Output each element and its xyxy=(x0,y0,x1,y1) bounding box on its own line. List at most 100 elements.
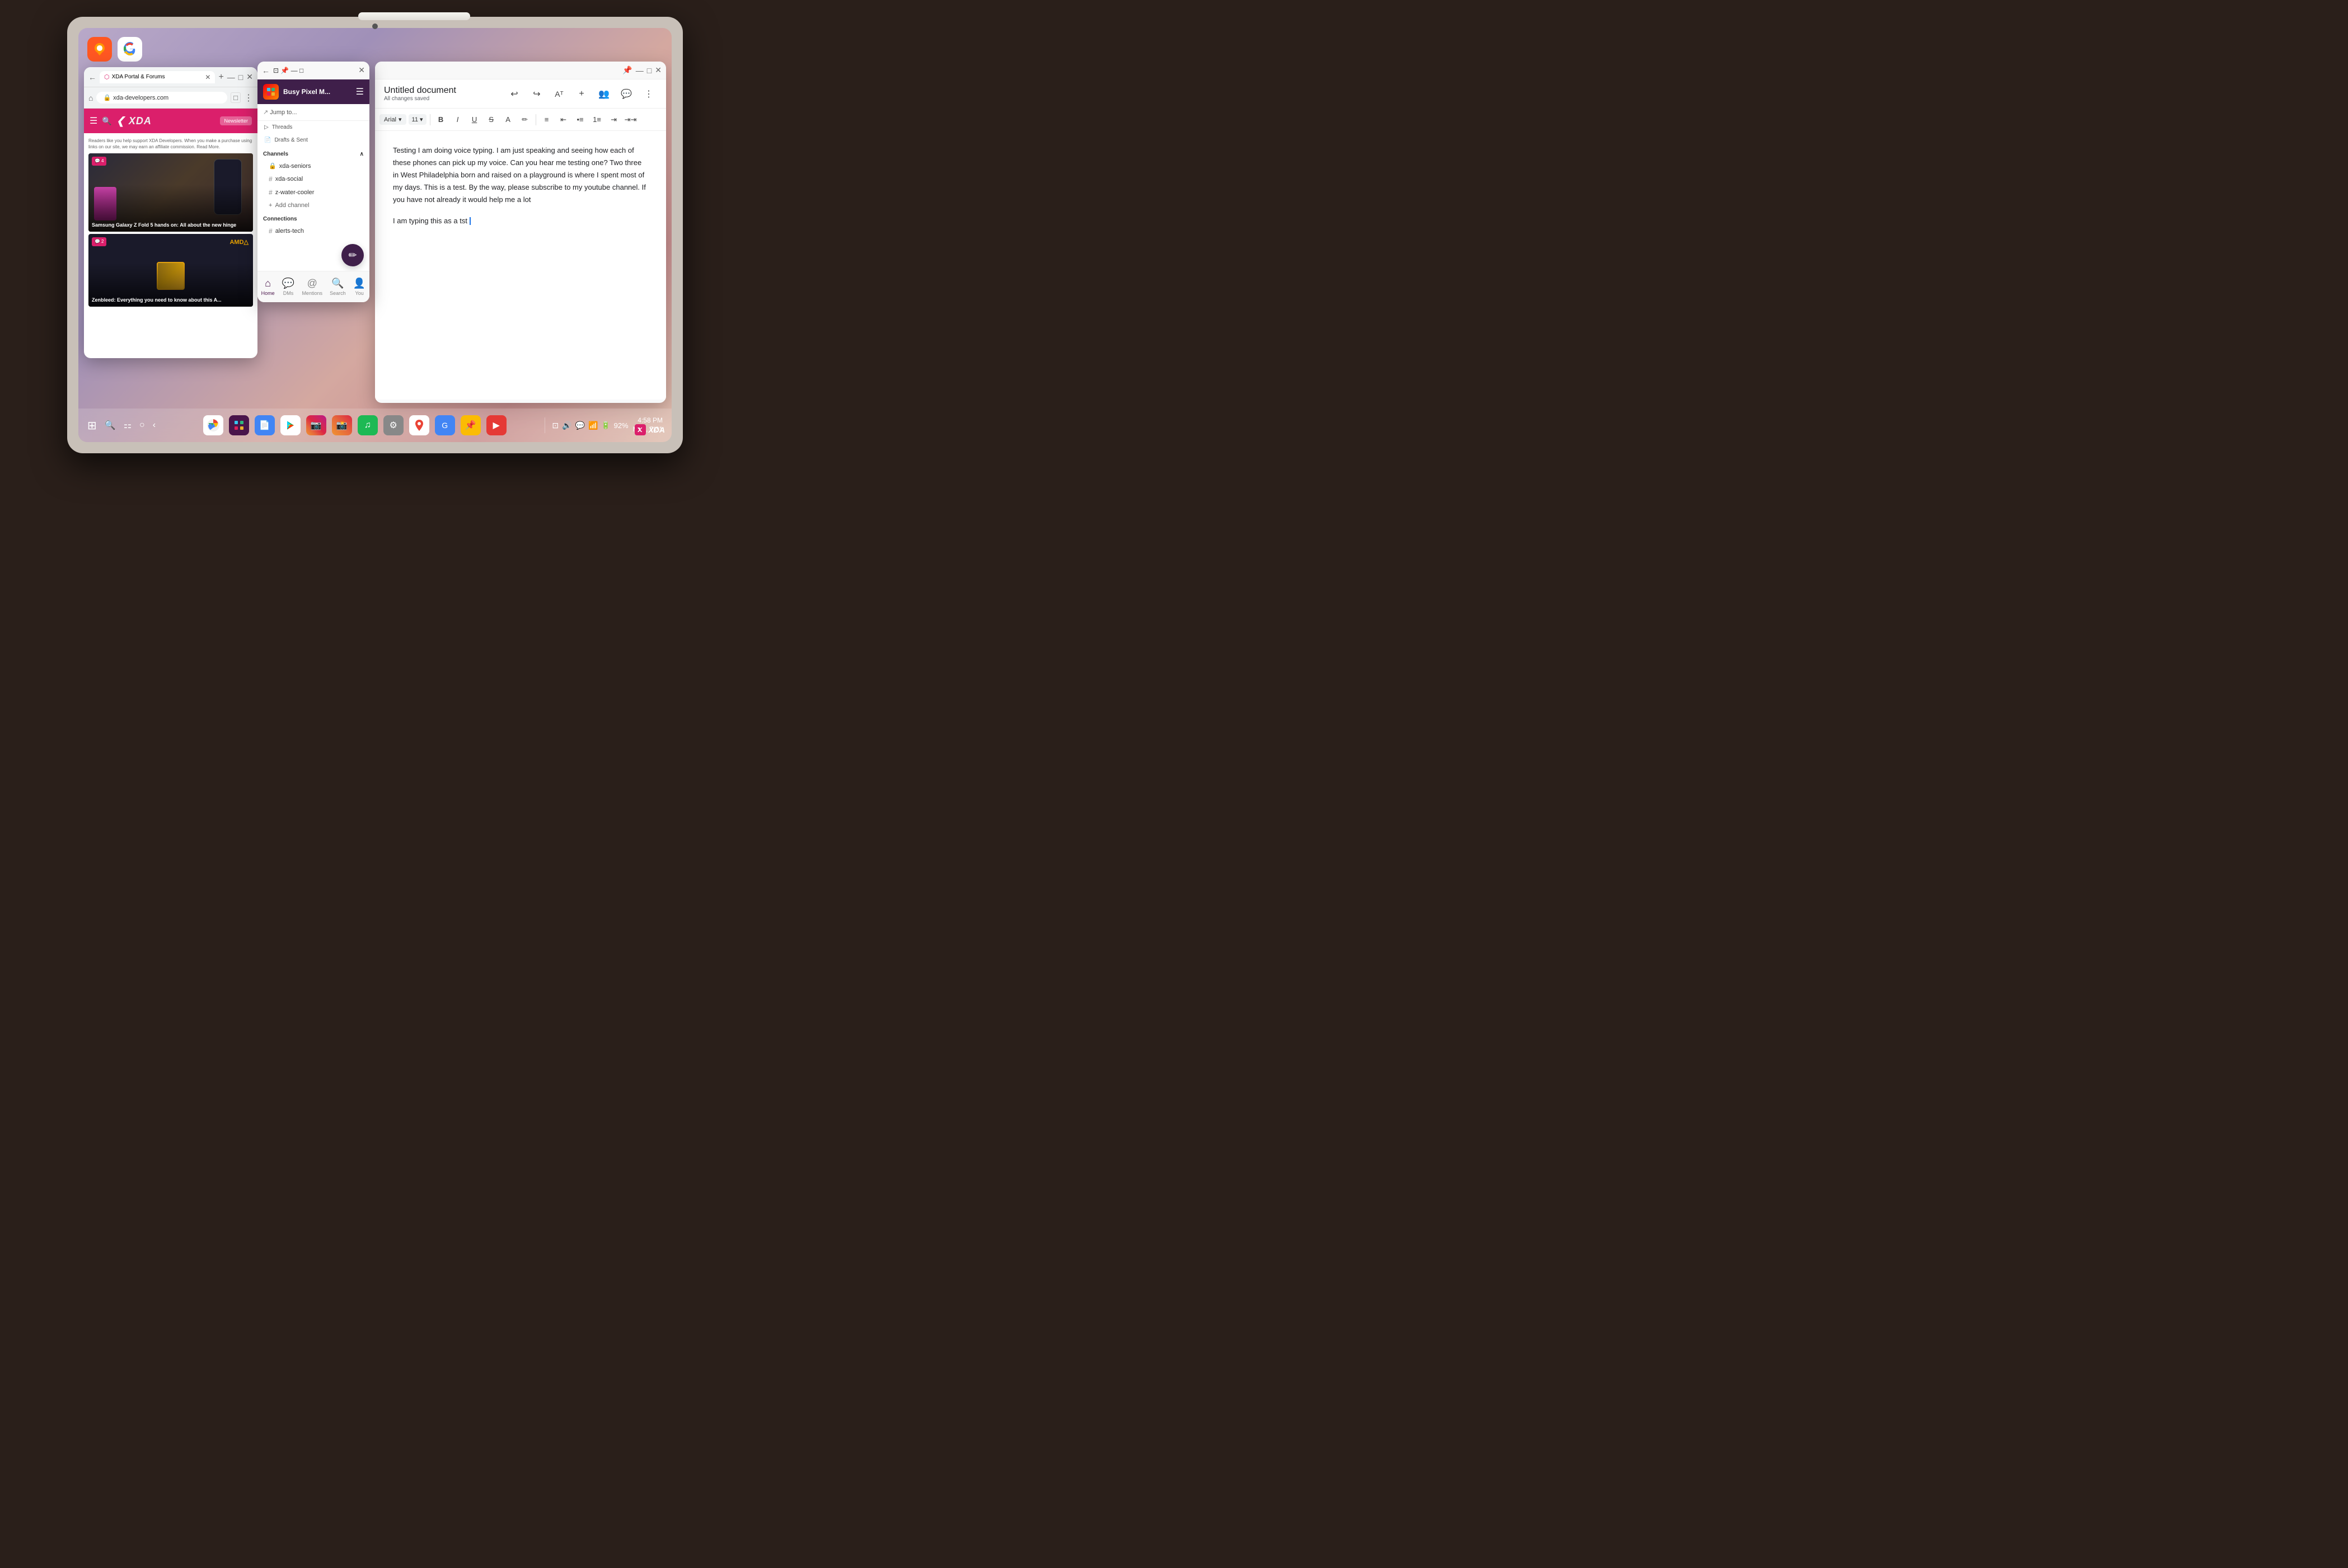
taskbar-spotify-icon[interactable]: ♫ xyxy=(358,415,378,435)
taskbar-play-icon[interactable] xyxy=(280,415,301,435)
slack-connections-header: Connections xyxy=(257,212,369,224)
docs-numbered-btn[interactable]: 1≡ xyxy=(590,112,604,127)
slack-add-channel-btn[interactable]: + Add channel xyxy=(257,199,369,212)
screen-cast-icon[interactable]: ⊡ xyxy=(552,421,559,430)
docs-pin-btn[interactable]: 📌 xyxy=(622,65,632,75)
slack-threads-nav[interactable]: ▷ Threads xyxy=(257,121,369,134)
chrome-maximize-btn[interactable]: □ xyxy=(238,73,243,82)
volume-icon[interactable]: 🔊 xyxy=(562,421,571,430)
app-icon-google[interactable] xyxy=(118,37,142,62)
docs-bold-btn[interactable]: B xyxy=(434,112,448,127)
chrome-tab-close[interactable]: ✕ xyxy=(205,73,210,81)
docs-indent-decrease-btn[interactable]: ⇤ xyxy=(556,112,571,127)
xda-search-icon[interactable]: 🔍 xyxy=(102,116,111,126)
chrome-new-tab-btn[interactable]: + xyxy=(218,72,223,82)
amd-logo: AMD△ xyxy=(229,238,249,247)
docs-close-btn[interactable]: ✕ xyxy=(655,65,662,75)
chrome-back-btn[interactable]: ← xyxy=(88,73,96,82)
slack-channel-xda-seniors[interactable]: 🔒 xda-seniors xyxy=(257,159,369,172)
article2-badge: 💬 2 xyxy=(92,237,106,246)
chrome-tab[interactable]: ⬡ XDA Portal & Forums ✕ xyxy=(100,71,215,83)
wifi-icon[interactable]: 📶 xyxy=(588,421,598,430)
xda-article-2[interactable]: AMD△ 💬 2 Zenbleed: Everything you need t… xyxy=(88,234,253,307)
taskbar-back-icon[interactable]: ‹ xyxy=(153,420,156,430)
docs-highlight-btn[interactable]: ✏ xyxy=(518,112,532,127)
chrome-close-btn[interactable]: ✕ xyxy=(246,72,253,82)
taskbar-maps-icon[interactable] xyxy=(409,415,429,435)
omni-url-bar[interactable]: 🔒 xda-developers.com xyxy=(96,92,227,104)
article1-badge: 💬 4 xyxy=(92,157,106,165)
taskbar-search-icon[interactable]: 🔍 xyxy=(105,420,116,431)
docs-text-color-btn[interactable]: A xyxy=(501,112,515,127)
docs-size-dropdown-icon: ▾ xyxy=(420,116,423,123)
slack-drafts-nav[interactable]: 📄 Drafts & Sent xyxy=(257,134,369,147)
docs-minimize-btn[interactable]: — xyxy=(636,66,644,75)
omni-menu-btn[interactable]: ⋮ xyxy=(244,92,253,104)
docs-window: 📌 — □ ✕ Untitled document All changes sa… xyxy=(375,62,666,403)
docs-comment-btn[interactable]: 💬 xyxy=(618,86,635,102)
slack-nav-search[interactable]: 🔍 Search xyxy=(330,278,346,296)
docs-italic-btn[interactable]: I xyxy=(451,112,465,127)
taskbar-settings-icon[interactable]: ⚙ xyxy=(383,415,404,435)
docs-undo-btn[interactable]: ↩ xyxy=(506,86,523,102)
slack-jump-to[interactable]: ↗ Jump to... xyxy=(257,104,369,121)
app-icon-1[interactable] xyxy=(87,37,112,62)
taskbar-recents-icon[interactable]: ⚏ xyxy=(124,420,132,431)
taskbar-insta2-icon[interactable]: 📸 xyxy=(332,415,352,435)
chrome-minimize-btn[interactable]: — xyxy=(227,73,235,82)
apple-pencil xyxy=(358,12,470,20)
docs-align-btn[interactable]: ≡ xyxy=(540,112,554,127)
slack-connections-label: Connections xyxy=(263,216,297,222)
slack-nav-you[interactable]: 👤 You xyxy=(353,278,365,296)
taskbar-slack-icon[interactable] xyxy=(229,415,249,435)
chat-icon[interactable]: 💬 xyxy=(575,421,585,430)
docs-document-title[interactable]: Untitled document xyxy=(384,86,500,96)
slack-back-btn[interactable]: ← xyxy=(262,66,270,75)
taskbar-docs-icon[interactable]: 📄 xyxy=(255,415,275,435)
docs-format-btn[interactable]: Aᵀ xyxy=(551,86,568,102)
article1-badge-num: 4 xyxy=(101,158,104,164)
front-camera xyxy=(372,24,378,29)
docs-strikethrough-btn[interactable]: S xyxy=(484,112,499,127)
slack-channels-collapse[interactable]: ∧ xyxy=(360,151,364,157)
slack-header: Busy Pixel M... ☰ xyxy=(257,79,369,104)
omni-ext-btn[interactable]: □ xyxy=(231,92,241,103)
xda-hamburger-icon[interactable]: ☰ xyxy=(90,115,97,126)
slack-compose-button[interactable]: ✏ xyxy=(341,244,364,266)
docs-maximize-btn[interactable]: □ xyxy=(647,66,652,75)
docs-bullet-btn[interactable]: •≡ xyxy=(573,112,588,127)
slack-connection-alerts-tech[interactable]: # alerts-tech xyxy=(257,224,369,238)
slack-header-menu[interactable]: ☰ xyxy=(356,86,364,97)
taskbar-chrome2-icon[interactable]: G xyxy=(435,415,455,435)
docs-redo-btn[interactable]: ↪ xyxy=(528,86,545,102)
slack-nav-home[interactable]: ⌂ Home xyxy=(261,278,275,296)
docs-paragraph-2-text: I am typing this as a tst xyxy=(393,217,467,225)
article1-badge-icon: 💬 xyxy=(95,158,100,164)
apps-grid-icon[interactable]: ⊞ xyxy=(87,419,97,433)
docs-font-selector[interactable]: Arial ▾ xyxy=(379,114,406,125)
dms-icon: 💬 xyxy=(282,278,294,289)
newsletter-button[interactable]: Newsletter xyxy=(220,116,252,125)
taskbar-keep-icon[interactable]: 📌 xyxy=(461,415,481,435)
docs-add-btn[interactable]: + xyxy=(573,86,590,102)
taskbar-home-icon[interactable]: ○ xyxy=(139,420,145,430)
slack-close-btn[interactable]: ✕ xyxy=(358,65,365,75)
docs-size-selector[interactable]: 11 ▾ xyxy=(409,114,427,125)
taskbar-instagram-icon[interactable]: 📷 xyxy=(306,415,326,435)
slack-nav-dms-label: DMs xyxy=(283,290,294,296)
slack-jump-icon: ↗ xyxy=(263,109,268,116)
slack-nav-mentions[interactable]: @ Mentions xyxy=(302,278,322,296)
docs-more-btn[interactable]: ⋮ xyxy=(640,86,657,102)
slack-nav-dms[interactable]: 💬 DMs xyxy=(282,278,294,296)
docs-indent-increase-btn[interactable]: ⇥ xyxy=(607,112,621,127)
slack-channel-z-water-cooler[interactable]: # z-water-cooler xyxy=(257,186,369,199)
xda-article-1[interactable]: 💬 4 Samsung Galaxy Z Fold 5 hands on: Al… xyxy=(88,153,253,232)
docs-content-area[interactable]: Testing I am doing voice typing. I am ju… xyxy=(375,131,666,400)
taskbar-red-app-icon[interactable]: ▶ xyxy=(486,415,507,435)
docs-underline-btn[interactable]: U xyxy=(467,112,482,127)
docs-share-btn[interactable]: 👥 xyxy=(596,86,612,102)
taskbar-chrome-icon[interactable] xyxy=(203,415,223,435)
docs-more-format-btn[interactable]: ⇥⇥ xyxy=(624,112,638,127)
omni-home-btn[interactable]: ⌂ xyxy=(88,93,93,102)
slack-channel-xda-social[interactable]: # xda-social xyxy=(257,172,369,186)
